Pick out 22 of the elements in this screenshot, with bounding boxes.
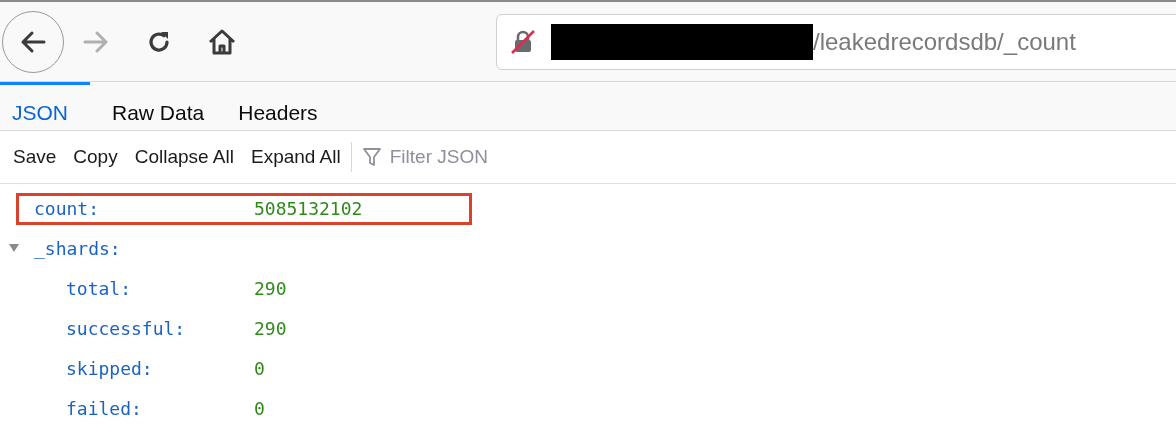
json-value: 0: [254, 397, 265, 419]
address-bar[interactable]: /leakedrecordsdb/_count: [496, 13, 1176, 70]
toolbar-button[interactable]: Expand All: [241, 142, 349, 172]
expand-triangle-icon[interactable]: [8, 243, 20, 253]
viewer-tab[interactable]: Headers: [226, 82, 330, 130]
json-key: failed:: [66, 397, 254, 419]
json-key: successful:: [66, 317, 254, 339]
toolbar-button[interactable]: Collapse All: [125, 142, 242, 172]
json-value: 290: [254, 277, 287, 299]
json-key: _shards:: [34, 237, 254, 259]
json-value: 5085132102: [254, 197, 363, 219]
json-value: 290: [254, 317, 287, 339]
viewer-tab[interactable]: JSON: [0, 82, 90, 130]
toolbar-button[interactable]: Save: [4, 142, 65, 172]
json-key: count:: [34, 197, 254, 219]
url-text: /leakedrecordsdb/_count: [813, 27, 1076, 56]
toolbar-button[interactable]: Copy: [64, 142, 126, 172]
viewer-tab[interactable]: Raw Data: [100, 82, 217, 130]
json-key: total:: [66, 277, 254, 299]
filter-icon: [361, 146, 382, 168]
json-value: 0: [254, 357, 265, 379]
json-key: skipped:: [66, 357, 254, 379]
